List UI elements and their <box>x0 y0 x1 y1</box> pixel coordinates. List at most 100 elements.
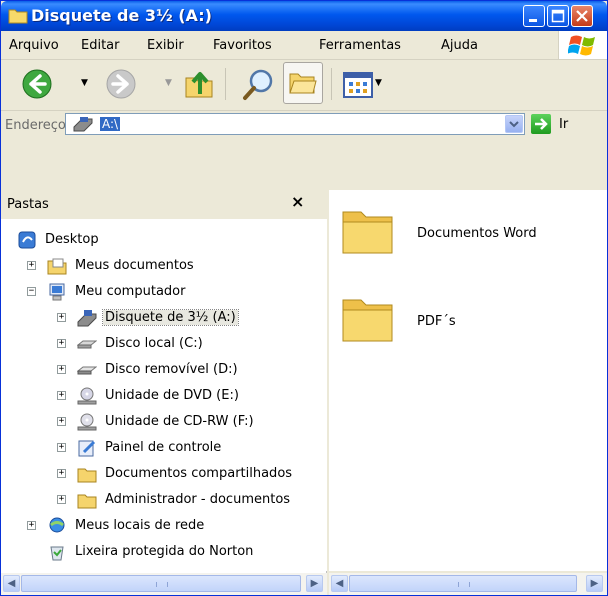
scroll-right-button[interactable]: ▶ <box>306 575 323 592</box>
removable-disk-icon <box>77 366 97 375</box>
folder-icon <box>342 211 393 254</box>
expand-icon[interactable]: + <box>57 391 66 400</box>
tree-item-my-computer[interactable]: − Meu computador <box>1 281 321 305</box>
address-dropdown-button[interactable] <box>505 115 523 133</box>
toolbar: ▼ ▼ ▼ <box>1 60 607 111</box>
address-field[interactable]: A:\ <box>65 113 525 135</box>
expand-icon[interactable]: + <box>57 365 66 374</box>
tree-label: Disquete de 3½ (A:) <box>102 309 239 326</box>
tree-label: Disco local (C:) <box>105 336 203 351</box>
views-icon[interactable] <box>343 72 373 98</box>
close-icon <box>576 10 588 22</box>
scroll-thumb[interactable] <box>21 575 301 592</box>
content-item-documentos-word[interactable]: Documentos Word <box>341 202 571 262</box>
title-bar[interactable]: Disquete de 3½ (A:) <box>1 1 607 31</box>
back-icon[interactable] <box>21 68 53 100</box>
menu-bar: Arquivo Editar Exibir Favoritos Ferramen… <box>1 31 607 60</box>
folders-icon <box>289 73 317 94</box>
menu-ajuda[interactable]: Ajuda <box>441 38 478 53</box>
back-dropdown-icon[interactable]: ▼ <box>81 78 88 88</box>
tree-item-dvd-drive[interactable]: + Unidade de DVD (E:) <box>1 385 321 409</box>
tree-label: Meu computador <box>75 284 186 299</box>
window-title: Disquete de 3½ (A:) <box>31 6 212 25</box>
go-label[interactable]: Ir <box>559 117 568 132</box>
item-label: Documentos Word <box>417 226 537 241</box>
content-pane: Documentos Word PDF´s <box>329 190 607 571</box>
content-hscrollbar[interactable]: ◀ ▶ <box>329 573 607 595</box>
floppy-drive-icon <box>77 310 97 327</box>
folders-pane-title: Pastas <box>7 197 49 212</box>
folders-button[interactable] <box>283 62 323 104</box>
hard-disk-icon <box>77 340 97 349</box>
address-value[interactable]: A:\ <box>100 117 121 131</box>
tree-item-local-disk[interactable]: + Disco local (C:) <box>1 333 321 357</box>
tree-item-removable-disk[interactable]: + Disco removível (D:) <box>1 359 321 383</box>
tree-item-cdrw-drive[interactable]: + Unidade de CD-RW (F:) <box>1 411 321 435</box>
toolbar-separator <box>331 68 332 100</box>
windows-flag-icon <box>568 35 595 56</box>
content-item-pdfs[interactable]: PDF´s <box>341 290 571 350</box>
tree-item-control-panel[interactable]: + Painel de controle <box>1 437 321 461</box>
my-computer-icon <box>49 283 65 301</box>
go-button[interactable] <box>531 114 551 134</box>
tree-label: Meus documentos <box>75 258 194 273</box>
item-label: PDF´s <box>417 314 456 329</box>
tree-label: Painel de controle <box>105 440 222 455</box>
close-icon[interactable]: × <box>291 192 304 211</box>
tree-item-admin-documents[interactable]: + Administrador - documentos <box>1 489 321 513</box>
tree-item-desktop[interactable]: Desktop <box>1 229 321 253</box>
scroll-left-button[interactable]: ◀ <box>331 575 348 592</box>
floppy-drive-icon <box>73 117 93 132</box>
minimize-icon <box>529 19 537 22</box>
forward-dropdown-icon[interactable]: ▼ <box>165 78 172 88</box>
address-label: Endereço <box>5 118 66 133</box>
desktop-icon <box>18 231 36 249</box>
expand-icon[interactable]: + <box>27 261 36 270</box>
explorer-window: Disquete de 3½ (A:) Arquivo Editar Exibi… <box>0 0 608 596</box>
expand-icon[interactable]: + <box>27 521 36 530</box>
close-button[interactable] <box>571 5 593 27</box>
folder-icon <box>342 299 393 342</box>
search-icon[interactable] <box>241 68 275 102</box>
scroll-right-button[interactable]: ▶ <box>586 575 603 592</box>
tree-label: Desktop <box>45 232 99 247</box>
menu-arquivo[interactable]: Arquivo <box>9 38 59 53</box>
collapse-icon[interactable]: − <box>27 287 36 296</box>
tree-item-shared-documents[interactable]: + Documentos compartilhados <box>1 463 321 487</box>
folders-hscrollbar[interactable]: ◀ ▶ <box>1 573 327 595</box>
toolbar-separator <box>225 68 226 100</box>
tree-label: Lixeira protegida do Norton <box>75 544 254 559</box>
menu-editar[interactable]: Editar <box>81 38 120 53</box>
windows-logo <box>558 31 607 59</box>
views-dropdown-icon[interactable]: ▼ <box>375 78 382 88</box>
tree-item-network-places[interactable]: + Meus locais de rede <box>1 515 321 539</box>
scroll-thumb[interactable] <box>349 575 577 592</box>
expand-icon[interactable]: + <box>57 339 66 348</box>
menu-favoritos[interactable]: Favoritos <box>213 38 272 53</box>
tree-label: Meus locais de rede <box>75 518 205 533</box>
expand-icon[interactable]: + <box>57 443 66 452</box>
folder-icon <box>77 494 97 509</box>
expand-icon[interactable]: + <box>57 417 66 426</box>
expand-icon[interactable]: + <box>57 469 66 478</box>
cdrw-drive-icon <box>77 413 97 431</box>
minimize-button[interactable] <box>523 5 545 27</box>
up-folder-icon[interactable] <box>183 68 217 100</box>
tree-item-floppy[interactable]: + Disquete de 3½ (A:) <box>1 307 321 331</box>
menu-exibir[interactable]: Exibir <box>147 38 184 53</box>
maximize-button[interactable] <box>547 5 569 27</box>
forward-icon[interactable] <box>105 68 137 100</box>
my-documents-icon <box>47 258 67 275</box>
tree-item-my-documents[interactable]: + Meus documentos <box>1 255 321 279</box>
scroll-left-button[interactable]: ◀ <box>3 575 20 592</box>
go-arrow-icon <box>535 118 548 130</box>
network-places-icon <box>49 517 65 533</box>
expand-icon[interactable]: + <box>57 313 66 322</box>
expand-icon[interactable]: + <box>57 495 66 504</box>
address-bar: Endereço A:\ Ir <box>1 111 607 139</box>
tree-label: Unidade de CD-RW (F:) <box>105 414 254 429</box>
tree-label: Unidade de DVD (E:) <box>105 388 239 403</box>
tree-item-norton-recycle-bin[interactable]: Lixeira protegida do Norton <box>1 541 321 565</box>
recycle-bin-icon <box>50 546 64 561</box>
menu-ferramentas[interactable]: Ferramentas <box>319 38 401 53</box>
